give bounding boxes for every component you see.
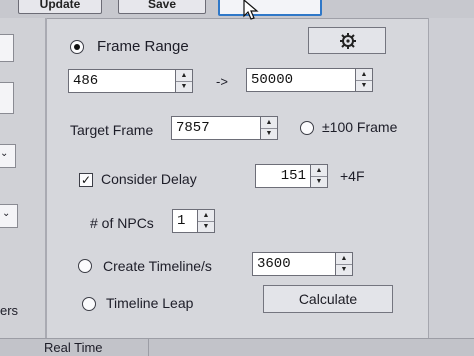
left-dropdown-2[interactable]: ⌄ bbox=[0, 204, 18, 228]
plusminus-frame-label: ±100 Frame bbox=[322, 119, 398, 135]
right-scroll-edge bbox=[428, 18, 474, 338]
gear-icon bbox=[340, 33, 356, 49]
left-panel-field[interactable] bbox=[0, 82, 14, 114]
create-timeline-label: Create Timeline/s bbox=[103, 258, 212, 274]
frame-range-radio[interactable] bbox=[70, 40, 84, 54]
npcs-input[interactable]: 1 bbox=[172, 209, 198, 233]
save-button[interactable]: Save bbox=[118, 0, 206, 14]
spin-down-icon[interactable]: ▼ bbox=[356, 80, 372, 91]
frame-start-input[interactable]: 486 bbox=[68, 69, 176, 93]
delay-input[interactable]: 151 bbox=[255, 164, 311, 188]
settings-button[interactable] bbox=[308, 27, 386, 54]
frame-range-label: Frame Range bbox=[97, 38, 189, 55]
left-panel bbox=[0, 18, 47, 338]
column-divider bbox=[148, 339, 149, 356]
calculate-button[interactable]: Calculate bbox=[263, 285, 393, 313]
delay-suffix-label: +4F bbox=[340, 168, 365, 184]
left-partial-label: ers bbox=[0, 303, 19, 318]
spin-down-icon[interactable]: ▼ bbox=[198, 221, 214, 232]
frame-start-stepper[interactable]: ▲ ▼ bbox=[175, 69, 193, 93]
target-frame-input[interactable]: 7857 bbox=[171, 116, 261, 140]
timeline-leap-label: Timeline Leap bbox=[106, 295, 194, 311]
spin-down-icon[interactable]: ▼ bbox=[311, 176, 327, 187]
timeline-stepper[interactable]: ▲ ▼ bbox=[335, 252, 353, 276]
target-frame-stepper[interactable]: ▲ ▼ bbox=[260, 116, 278, 140]
spin-down-icon[interactable]: ▼ bbox=[336, 264, 352, 275]
frame-end-input[interactable]: 50000 bbox=[246, 68, 356, 92]
timeline-input[interactable]: 3600 bbox=[252, 252, 336, 276]
spin-down-icon[interactable]: ▼ bbox=[261, 128, 277, 139]
real-time-column-header[interactable]: Real Time bbox=[44, 340, 103, 355]
timeline-leap-radio[interactable] bbox=[82, 297, 96, 311]
chevron-down-icon: ⌄ bbox=[2, 208, 11, 219]
results-table-header: Real Time bbox=[0, 338, 474, 356]
update-button[interactable]: Update bbox=[18, 0, 102, 14]
consider-delay-label: Consider Delay bbox=[101, 171, 197, 187]
range-arrow-label: -> bbox=[216, 74, 228, 89]
left-dropdown-1[interactable]: ⌄ bbox=[0, 144, 16, 168]
frame-end-stepper[interactable]: ▲ ▼ bbox=[355, 68, 373, 92]
delay-stepper[interactable]: ▲ ▼ bbox=[310, 164, 328, 188]
consider-delay-checkbox[interactable]: ✓ bbox=[79, 173, 93, 187]
selected-toolbar-button[interactable] bbox=[218, 0, 322, 16]
spin-down-icon[interactable]: ▼ bbox=[176, 81, 192, 92]
mouse-cursor-icon bbox=[243, 0, 259, 20]
plusminus-frame-radio[interactable] bbox=[300, 121, 314, 135]
left-panel-button[interactable] bbox=[0, 34, 14, 62]
chevron-down-icon: ⌄ bbox=[0, 148, 9, 159]
npcs-label: # of NPCs bbox=[90, 215, 154, 231]
target-frame-label: Target Frame bbox=[70, 122, 154, 138]
npcs-stepper[interactable]: ▲ ▼ bbox=[197, 209, 215, 233]
create-timeline-radio[interactable] bbox=[78, 259, 92, 273]
